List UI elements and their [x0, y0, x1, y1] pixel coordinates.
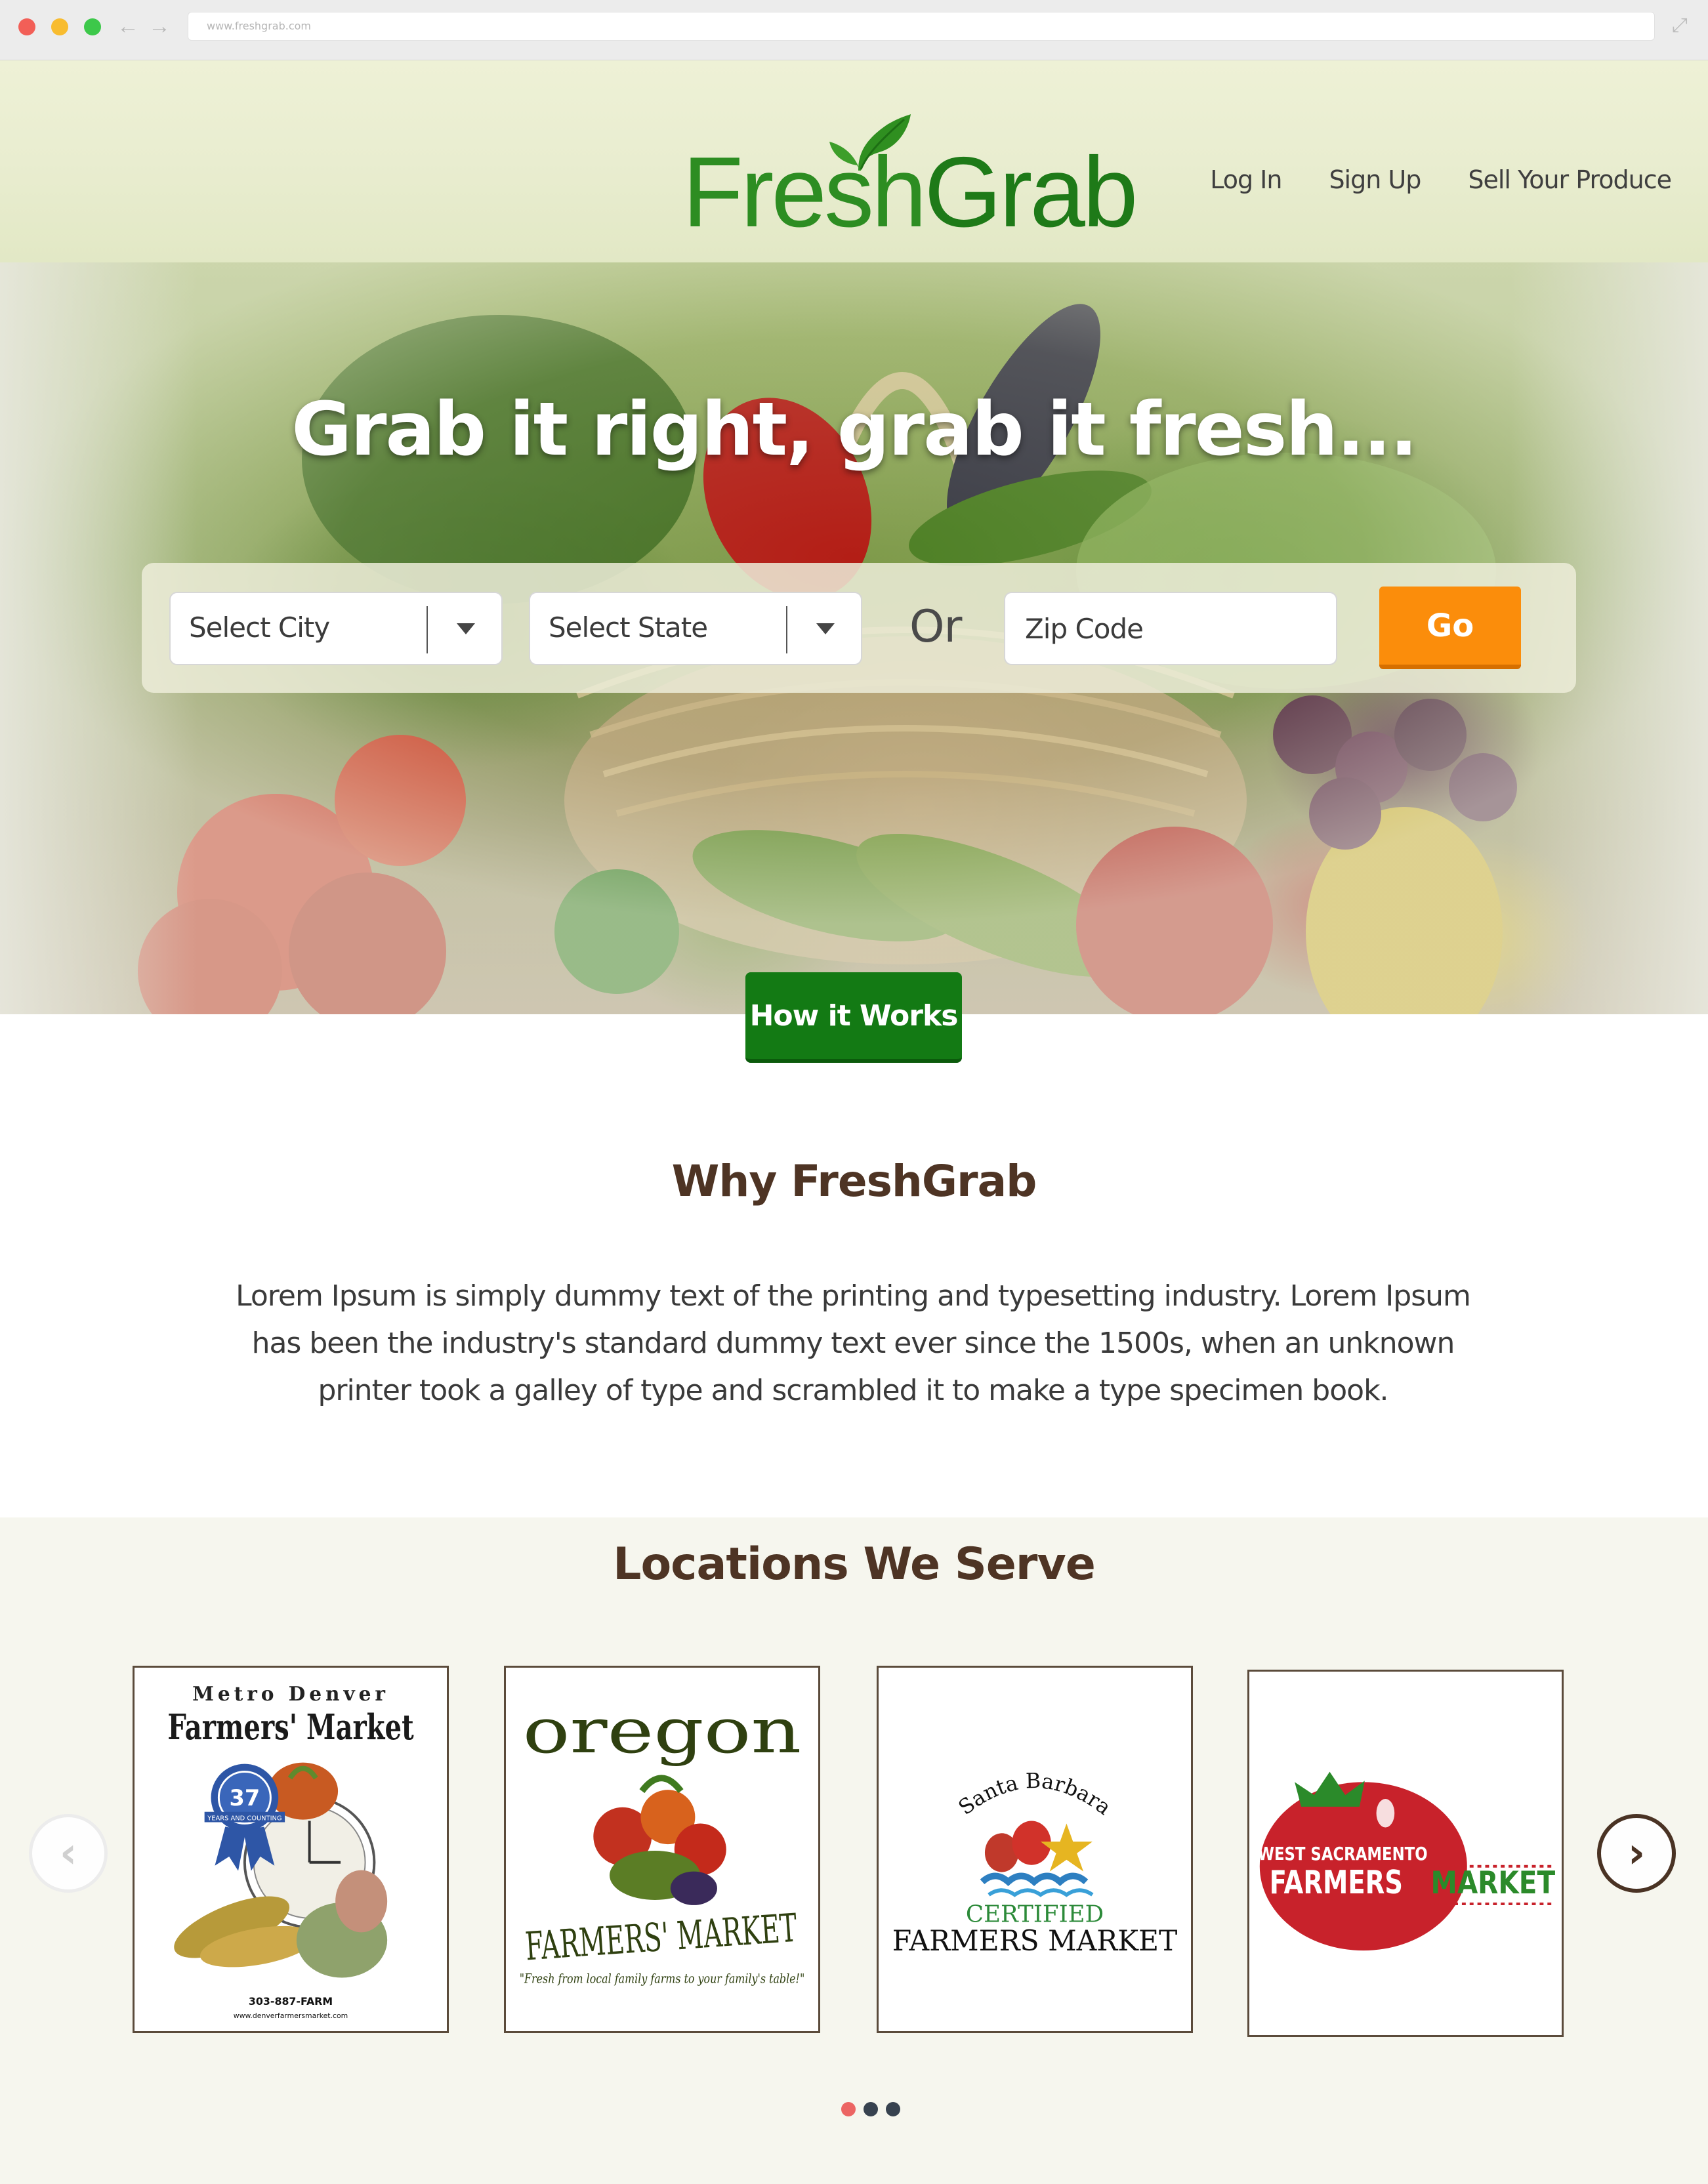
location-card-oregon[interactable]: oregon FARMERS' MARKET "Fresh from local… [504, 1666, 820, 2033]
locations-section: Locations We Serve ‹ Metro Denver Farmer… [0, 1517, 1708, 2184]
oregon-farmers-market-logo: oregon FARMERS' MARKET "Fresh from local… [520, 1695, 805, 1987]
location-card-santa-barbara[interactable]: Santa Barbara CERTIFIED FARMERS MARKET [877, 1666, 1193, 2033]
carousel-dot-3[interactable] [886, 2102, 900, 2116]
locations-heading: Locations We Serve [613, 1538, 1096, 1590]
select-city-dropdown[interactable]: Select City [169, 592, 503, 665]
chevron-down-icon[interactable] [457, 623, 475, 634]
how-it-works-button[interactable]: How it Works [745, 972, 962, 1063]
site-header: FreshGrab Log In Sign Up Sell Your Produ… [0, 60, 1708, 262]
logo-grab: Grab [924, 136, 1138, 248]
nav-log-in[interactable]: Log In [1210, 165, 1282, 194]
location-card-metro-denver[interactable]: Metro Denver Farmers' Market 37 YEARS AN… [133, 1666, 449, 2033]
card2-tagline: "Fresh from local family farms to your f… [520, 1971, 805, 1986]
card4-line2: FARMERS [1270, 1863, 1403, 1901]
hero-banner: Grab it right, grab it fresh... Select C… [0, 262, 1708, 1014]
nav-sign-up[interactable]: Sign Up [1329, 165, 1421, 194]
chevron-right-icon: › [1627, 1829, 1646, 1878]
carousel-next-button[interactable]: › [1597, 1814, 1676, 1893]
top-navigation: Log In Sign Up Sell Your Produce [1210, 165, 1672, 194]
carousel-dot-1[interactable] [841, 2102, 856, 2116]
card1-ribbon-text: YEARS AND COUNTING [207, 1815, 281, 1823]
select-state-dropdown[interactable]: Select State [529, 592, 862, 665]
browser-chrome: ← → www.freshgrab.com ⤢ [0, 0, 1708, 60]
back-arrow-icon[interactable]: ← [117, 12, 139, 41]
search-panel: Select City Select State Or Go [142, 563, 1576, 693]
card1-line1: Metro Denver [192, 1682, 389, 1705]
card1-site: www.denverfarmersmarket.com [234, 2011, 348, 2020]
west-sacramento-market-logo: WEST SACRAMENTO FARMERS MARKET [1258, 1771, 1556, 1951]
carousel-dot-2[interactable] [864, 2102, 878, 2116]
santa-barbara-market-logo: Santa Barbara CERTIFIED FARMERS MARKET [892, 1769, 1178, 1958]
logo-fresh: Fresh [682, 136, 927, 248]
card3-line2: CERTIFIED [966, 1901, 1104, 1928]
maximize-window-button[interactable] [84, 18, 101, 35]
card4-line3: MARKET [1431, 1865, 1556, 1901]
carousel-pagination [841, 2102, 900, 2116]
card1-ribbon-number: 37 [230, 1785, 260, 1811]
card2-line2: FARMERS' MARKET [524, 1905, 799, 1969]
why-freshgrab-heading: Why FreshGrab [671, 1156, 1037, 1206]
or-label: Or [909, 601, 962, 653]
chevron-left-icon: ‹ [59, 1829, 77, 1878]
dropdown-separator [786, 606, 787, 653]
card1-line2: Farmers' Market [167, 1706, 414, 1748]
chevron-down-icon[interactable] [816, 623, 835, 634]
hero-title: Grab it right, grab it fresh... [291, 387, 1417, 472]
select-city-label: Select City [189, 611, 330, 644]
dropdown-separator [427, 606, 428, 653]
address-bar[interactable]: www.freshgrab.com [188, 12, 1655, 41]
metro-denver-logo: Metro Denver Farmers' Market 37 YEARS AN… [167, 1682, 414, 2020]
card4-line1: WEST SACRAMENTO [1258, 1843, 1428, 1865]
card3-line3: FARMERS MARKET [892, 1925, 1178, 1958]
minimize-window-button[interactable] [51, 18, 68, 35]
zip-code-input[interactable] [1004, 592, 1337, 665]
go-button[interactable]: Go [1379, 587, 1521, 669]
freshgrab-logo[interactable]: FreshGrab [682, 100, 1138, 242]
card3-line1: Santa Barbara [954, 1769, 1115, 1820]
select-state-label: Select State [549, 611, 708, 644]
why-freshgrab-text: Lorem Ipsum is simply dummy text of the … [236, 1279, 1471, 1407]
nav-sell-your-produce[interactable]: Sell Your Produce [1468, 165, 1672, 194]
expand-icon[interactable]: ⤢ [1672, 14, 1688, 37]
carousel-prev-button[interactable]: ‹ [29, 1814, 108, 1893]
card2-line1: oregon [523, 1695, 802, 1767]
card1-phone: 303-887-FARM [249, 1995, 333, 2008]
close-window-button[interactable] [18, 18, 35, 35]
forward-arrow-icon[interactable]: → [148, 12, 171, 41]
logo-wordmark: FreshGrab [682, 142, 1138, 242]
location-card-west-sacramento[interactable]: WEST SACRAMENTO FARMERS MARKET [1247, 1670, 1564, 2037]
